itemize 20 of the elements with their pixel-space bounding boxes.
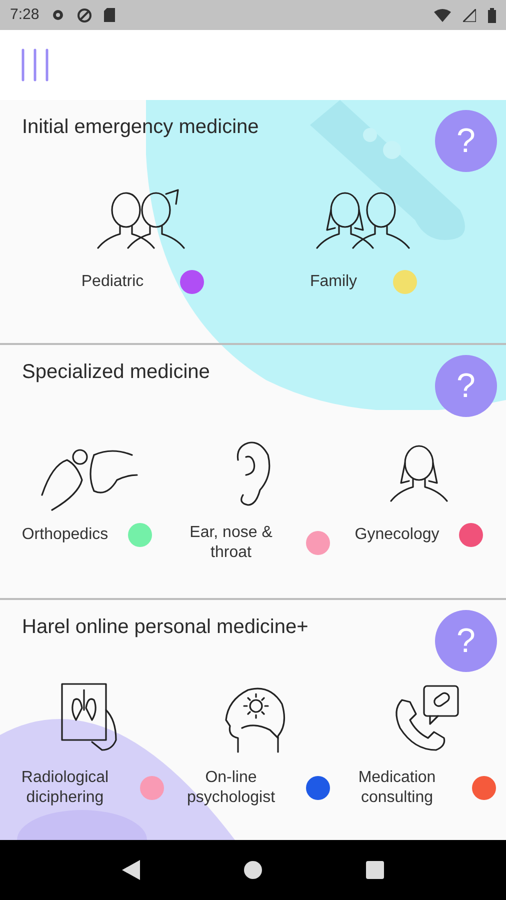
category-label[interactable]: Radiological diciphering xyxy=(10,768,120,808)
status-time: 7:28 xyxy=(10,4,40,25)
section-title: Specialized medicine xyxy=(22,360,210,385)
category-label[interactable]: Ear, nose & throat xyxy=(176,523,286,563)
battery-icon xyxy=(488,8,496,22)
category-label[interactable]: On-line psychologist xyxy=(176,768,286,808)
category-label[interactable]: Orthopedics xyxy=(22,525,108,545)
category-label[interactable]: Gynecology xyxy=(354,525,440,545)
category-label[interactable]: Medication consulting xyxy=(342,768,452,808)
category-label[interactable]: Family xyxy=(310,272,358,292)
category-label[interactable]: Pediatric xyxy=(81,272,144,292)
home-icon[interactable] xyxy=(242,860,263,880)
signal-icon xyxy=(463,8,476,22)
wifi-icon xyxy=(434,8,451,22)
section-title: Initial emergency medicine xyxy=(22,115,259,140)
sd-card-icon xyxy=(104,8,116,22)
menu-icon[interactable] xyxy=(20,48,50,82)
section-title: Harel online personal medicine+ xyxy=(22,615,308,640)
recents-icon[interactable] xyxy=(366,861,384,879)
back-icon[interactable] xyxy=(122,860,140,880)
